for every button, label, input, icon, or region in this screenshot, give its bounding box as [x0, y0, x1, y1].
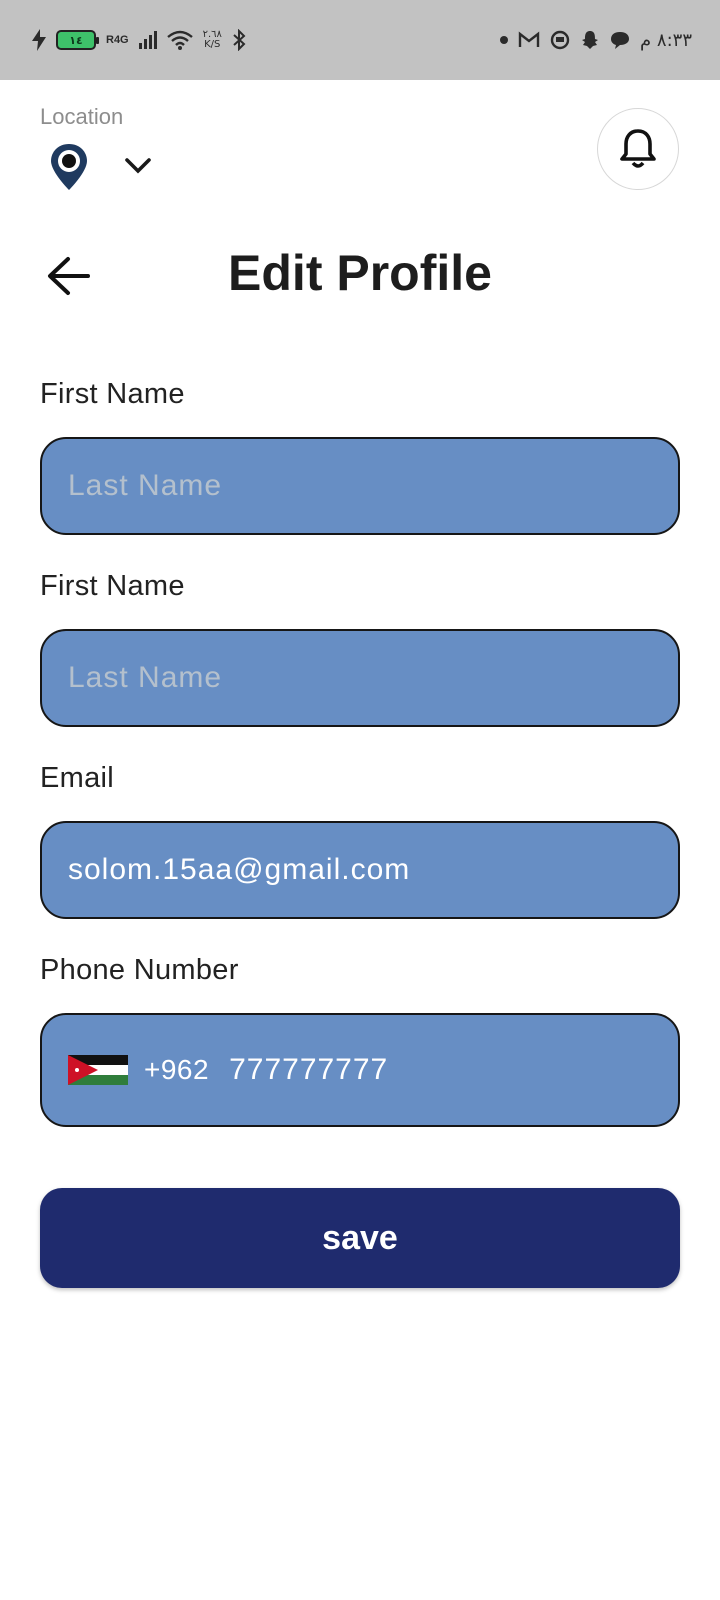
wifi-icon [166, 30, 193, 50]
network-speed: ٢.٦٨ K/S [203, 30, 222, 50]
charging-bolt-icon [32, 29, 46, 51]
snapchat-icon [582, 31, 599, 49]
country-code[interactable]: +962 [144, 1054, 209, 1086]
email-label: Email [40, 762, 115, 794]
status-time: ٨:٣٣ م [640, 29, 692, 51]
status-bar: ١٤ R4G ٢.٦٨ K/S ٨:٣٣ م [0, 0, 720, 80]
battery-icon: ١٤ [56, 30, 99, 50]
email-field[interactable] [40, 821, 680, 919]
status-bar-left: ١٤ R4G ٢.٦٨ K/S [32, 29, 246, 51]
phone-input[interactable] [229, 1053, 678, 1087]
phone-field[interactable]: +962 [40, 1013, 680, 1127]
email-input[interactable] [68, 853, 678, 887]
notifications-button[interactable] [597, 108, 679, 190]
signal-icon [138, 31, 157, 49]
notification-dot-icon [500, 36, 509, 44]
chat-icon [611, 32, 630, 49]
map-pin-icon[interactable] [48, 142, 90, 192]
app-icon [550, 30, 570, 50]
location-label: Location [40, 104, 124, 129]
first-name-field[interactable] [40, 437, 680, 535]
battery-level: ١٤ [69, 34, 83, 47]
last-name-label: First Name [40, 570, 185, 602]
last-name-input[interactable] [68, 661, 678, 695]
jordan-flag-icon[interactable] [68, 1055, 128, 1085]
chevron-down-icon[interactable] [124, 156, 152, 176]
first-name-label: First Name [40, 378, 185, 410]
page-title: Edit Profile [228, 245, 492, 301]
status-bar-right: ٨:٣٣ م [500, 30, 692, 51]
gmail-icon [518, 31, 540, 47]
last-name-field[interactable] [40, 629, 680, 727]
bluetooth-icon [233, 29, 246, 51]
first-name-input[interactable] [68, 469, 678, 503]
bell-icon [620, 129, 656, 168]
network-label: R4G [106, 33, 129, 46]
save-button[interactable]: save [40, 1188, 680, 1288]
speed-unit: K/S [204, 39, 221, 50]
phone-label: Phone Number [40, 954, 239, 986]
